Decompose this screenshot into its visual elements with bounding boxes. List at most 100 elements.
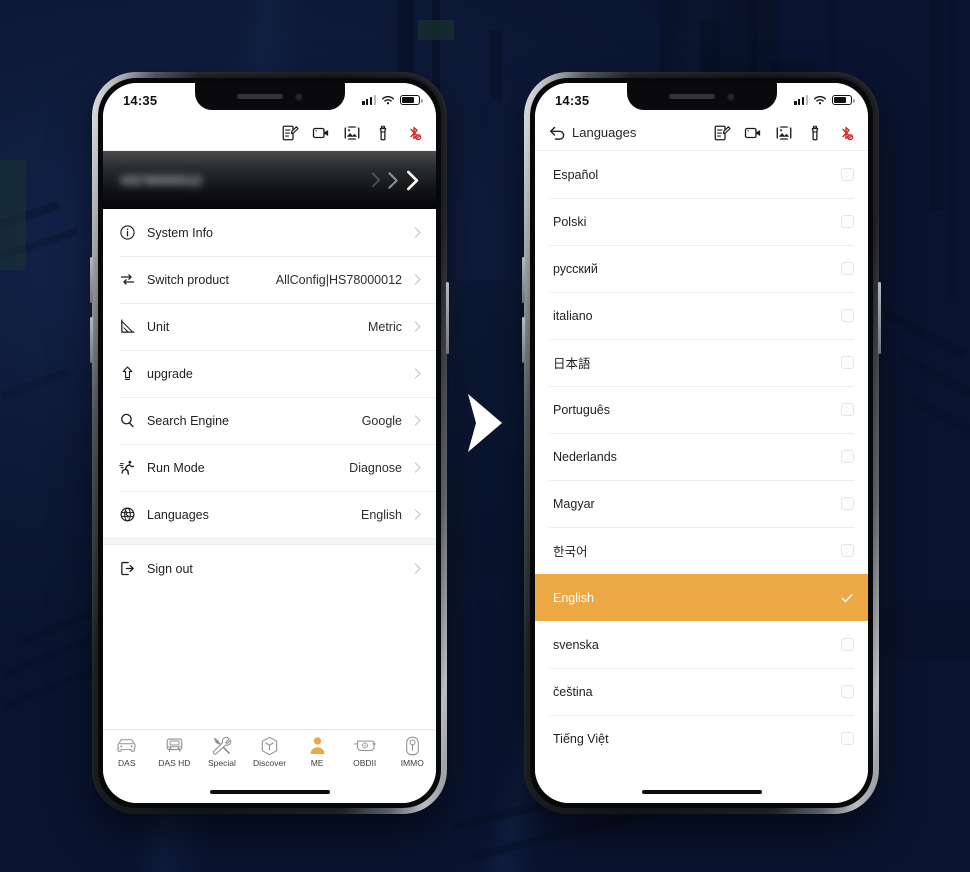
- earpiece-speaker: [236, 94, 283, 99]
- home-indicator-bar[interactable]: [103, 781, 436, 803]
- tools-icon: [212, 736, 232, 755]
- language-checkbox[interactable]: [841, 544, 854, 557]
- chevron-right-icon: [414, 274, 421, 285]
- settings-row-value: Diagnose: [349, 460, 402, 475]
- language-name: Tiếng Việt: [553, 731, 609, 746]
- settings-row-label: Sign out: [147, 561, 193, 576]
- tab-me[interactable]: ME: [293, 735, 341, 768]
- language-name: 한국어: [553, 545, 588, 559]
- language-row[interactable]: čeština: [535, 668, 868, 715]
- flashlight-icon[interactable]: [806, 124, 824, 142]
- video-camera-icon[interactable]: [744, 124, 762, 142]
- power-button[interactable]: [878, 282, 881, 354]
- language-checkbox[interactable]: [841, 356, 854, 369]
- right-phone-device: 14:35 Languages Español Polski русский i…: [522, 72, 881, 814]
- language-name: čeština: [553, 684, 593, 699]
- language-name: Magyar: [553, 496, 595, 511]
- language-checkbox[interactable]: [841, 403, 854, 416]
- tab-label: IMMO: [400, 758, 424, 768]
- obd-connector-icon: [353, 740, 376, 752]
- left-phone-device: 14:35 HS78000012 System Info Switch prod…: [90, 72, 449, 814]
- power-button[interactable]: [446, 282, 449, 354]
- language-checkbox[interactable]: [841, 497, 854, 510]
- language-checkbox[interactable]: [841, 732, 854, 745]
- language-checkbox[interactable]: [841, 262, 854, 275]
- language-row[interactable]: Magyar: [535, 480, 868, 527]
- language-name: 日本語: [553, 357, 591, 371]
- settings-row-sign-out[interactable]: Sign out: [103, 545, 436, 592]
- empty-space: [535, 762, 868, 781]
- language-row[interactable]: italiano: [535, 292, 868, 339]
- status-bar-clock: 14:35: [123, 92, 158, 108]
- language-row[interactable]: Polski: [535, 198, 868, 245]
- device-notch: [194, 83, 345, 110]
- image-gallery-icon[interactable]: [775, 124, 793, 142]
- language-list: Español Polski русский italiano 日本語 Português…: [535, 151, 868, 762]
- truck-icon: [166, 738, 183, 753]
- language-row[interactable]: 日本語: [535, 339, 868, 386]
- note-edit-icon[interactable]: [281, 124, 299, 142]
- page-title: Languages: [572, 125, 637, 140]
- device-notch: [626, 83, 777, 110]
- wifi-icon: [381, 95, 395, 104]
- volume-down-button[interactable]: [90, 317, 93, 363]
- settings-row-system-info[interactable]: System Info: [103, 209, 436, 256]
- language-row[interactable]: Español: [535, 151, 868, 198]
- language-checkbox[interactable]: [841, 309, 854, 322]
- settings-row-switch-product[interactable]: Switch product AllConfig|HS78000012: [103, 256, 436, 303]
- tab-special[interactable]: Special: [198, 735, 246, 768]
- flashlight-icon[interactable]: [374, 124, 392, 142]
- account-banner[interactable]: HS78000012: [103, 151, 436, 209]
- language-row[interactable]: svenska: [535, 621, 868, 668]
- language-row[interactable]: English: [535, 574, 868, 621]
- language-name: Polski: [553, 214, 587, 229]
- volume-up-button[interactable]: [522, 257, 525, 303]
- language-row[interactable]: русский: [535, 245, 868, 292]
- bluetooth-disconnected-icon[interactable]: [837, 124, 855, 142]
- settings-row-unit[interactable]: Unit Metric: [103, 303, 436, 350]
- settings-row-upgrade[interactable]: upgrade: [103, 350, 436, 397]
- chevron-right-icon: [414, 227, 421, 238]
- settings-row-label: Switch product: [147, 272, 229, 287]
- back-button[interactable]: Languages: [549, 125, 636, 141]
- settings-row-search-engine[interactable]: Search Engine Google: [103, 397, 436, 444]
- language-checkbox[interactable]: [841, 638, 854, 651]
- language-name: Español: [553, 167, 599, 182]
- language-checkbox[interactable]: [841, 450, 854, 463]
- language-row[interactable]: 한국어: [535, 527, 868, 574]
- language-row[interactable]: Nederlands: [535, 433, 868, 480]
- video-camera-icon[interactable]: [312, 124, 330, 142]
- settings-row-value: English: [361, 507, 402, 522]
- home-indicator-bar[interactable]: [535, 781, 868, 803]
- battery-icon: [832, 95, 855, 105]
- tab-immo[interactable]: IMMO: [388, 735, 436, 768]
- language-name: svenska: [553, 637, 599, 652]
- chevron-right-icon: [414, 415, 421, 426]
- tab-das[interactable]: DAS: [103, 735, 151, 768]
- image-gallery-icon[interactable]: [343, 124, 361, 142]
- battery-icon: [400, 95, 423, 105]
- volume-down-button[interactable]: [522, 317, 525, 363]
- wifi-icon: [813, 95, 827, 104]
- bluetooth-disconnected-icon[interactable]: [405, 124, 423, 142]
- settings-row-label: Unit: [147, 319, 170, 334]
- account-user-id: HS78000012: [121, 172, 202, 188]
- empty-space: [103, 592, 436, 729]
- note-edit-icon[interactable]: [713, 124, 731, 142]
- transition-chevron-arrow: [468, 394, 502, 452]
- language-name: русский: [553, 261, 598, 276]
- language-row[interactable]: Português: [535, 386, 868, 433]
- tab-discover[interactable]: Discover: [246, 735, 294, 768]
- tab-obdii[interactable]: OBDII: [341, 735, 389, 768]
- run-mode-icon: [119, 460, 135, 475]
- chevron-right-icon: [388, 171, 398, 189]
- tab-das-hd[interactable]: DAS HD: [151, 735, 199, 768]
- settings-row-run-mode[interactable]: Run Mode Diagnose: [103, 444, 436, 491]
- language-checkbox[interactable]: [841, 215, 854, 228]
- settings-row-languages[interactable]: Languages English: [103, 491, 436, 538]
- language-checkbox[interactable]: [841, 685, 854, 698]
- language-row[interactable]: Tiếng Việt: [535, 715, 868, 762]
- language-checkbox[interactable]: [841, 168, 854, 181]
- chevron-right-icon: [414, 509, 421, 520]
- volume-up-button[interactable]: [90, 257, 93, 303]
